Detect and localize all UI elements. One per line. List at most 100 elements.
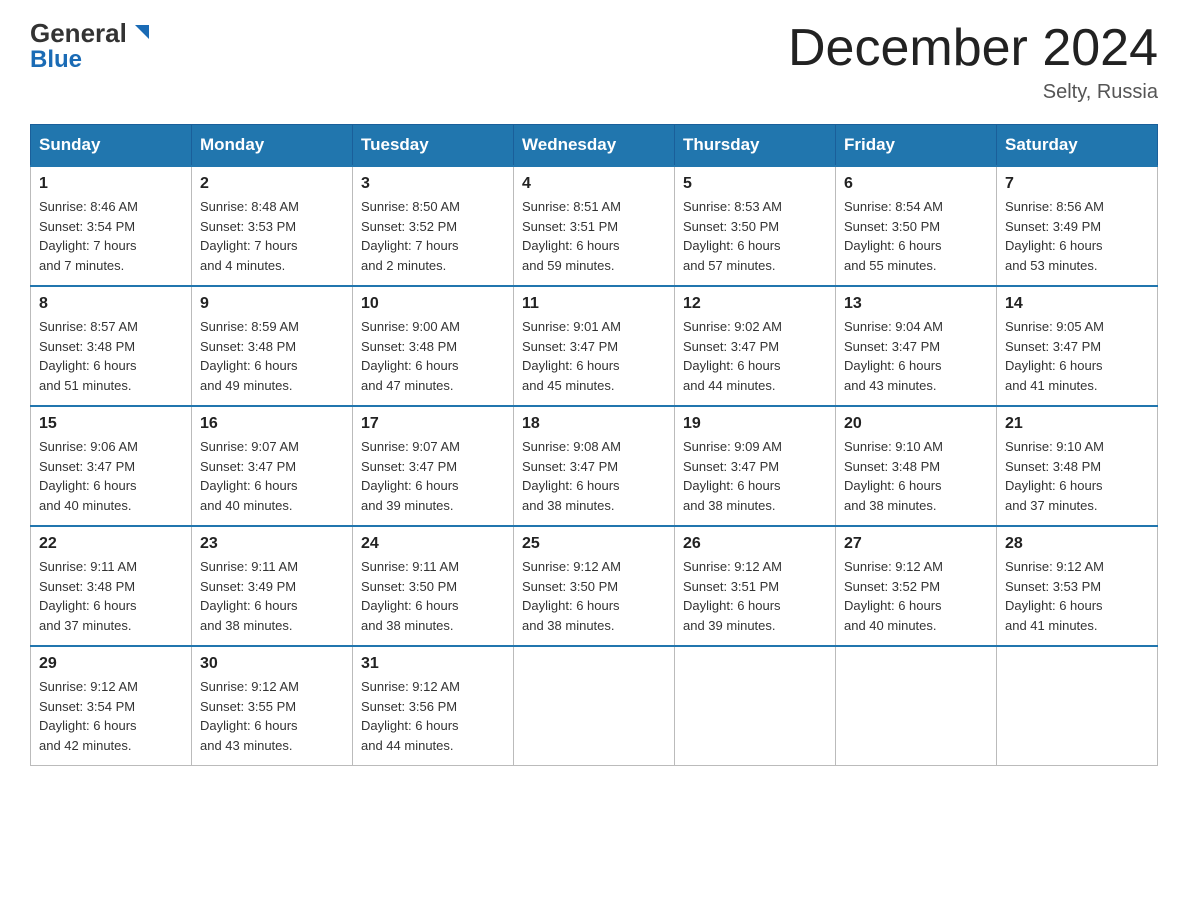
table-row: 20 Sunrise: 9:10 AMSunset: 3:48 PMDaylig… [836,406,997,526]
table-row: 26 Sunrise: 9:12 AMSunset: 3:51 PMDaylig… [675,526,836,646]
logo-general: General [30,20,127,46]
table-row: 16 Sunrise: 9:07 AMSunset: 3:47 PMDaylig… [192,406,353,526]
calendar-table: Sunday Monday Tuesday Wednesday Thursday… [30,124,1158,766]
table-row: 17 Sunrise: 9:07 AMSunset: 3:47 PMDaylig… [353,406,514,526]
day-info: Sunrise: 9:12 AMSunset: 3:53 PMDaylight:… [1005,557,1149,635]
location: Selty, Russia [788,81,1158,104]
day-number: 24 [361,535,505,553]
day-number: 4 [522,175,666,193]
day-number: 29 [39,655,183,673]
day-info: Sunrise: 9:05 AMSunset: 3:47 PMDaylight:… [1005,317,1149,395]
col-monday: Monday [192,125,353,167]
day-number: 16 [200,415,344,433]
day-number: 22 [39,535,183,553]
day-number: 31 [361,655,505,673]
table-row: 31 Sunrise: 9:12 AMSunset: 3:56 PMDaylig… [353,646,514,766]
day-number: 17 [361,415,505,433]
table-row: 5 Sunrise: 8:53 AMSunset: 3:50 PMDayligh… [675,166,836,286]
calendar-week-row: 15 Sunrise: 9:06 AMSunset: 3:47 PMDaylig… [31,406,1158,526]
col-thursday: Thursday [675,125,836,167]
day-number: 23 [200,535,344,553]
day-number: 13 [844,295,988,313]
table-row: 22 Sunrise: 9:11 AMSunset: 3:48 PMDaylig… [31,526,192,646]
day-info: Sunrise: 8:51 AMSunset: 3:51 PMDaylight:… [522,197,666,275]
day-info: Sunrise: 9:10 AMSunset: 3:48 PMDaylight:… [1005,437,1149,515]
day-info: Sunrise: 8:50 AMSunset: 3:52 PMDaylight:… [361,197,505,275]
day-info: Sunrise: 8:56 AMSunset: 3:49 PMDaylight:… [1005,197,1149,275]
table-row [836,646,997,766]
day-number: 18 [522,415,666,433]
day-number: 26 [683,535,827,553]
table-row: 13 Sunrise: 9:04 AMSunset: 3:47 PMDaylig… [836,286,997,406]
calendar-week-row: 29 Sunrise: 9:12 AMSunset: 3:54 PMDaylig… [31,646,1158,766]
table-row: 15 Sunrise: 9:06 AMSunset: 3:47 PMDaylig… [31,406,192,526]
table-row: 10 Sunrise: 9:00 AMSunset: 3:48 PMDaylig… [353,286,514,406]
day-number: 2 [200,175,344,193]
table-row: 8 Sunrise: 8:57 AMSunset: 3:48 PMDayligh… [31,286,192,406]
day-number: 30 [200,655,344,673]
day-info: Sunrise: 9:12 AMSunset: 3:51 PMDaylight:… [683,557,827,635]
day-number: 20 [844,415,988,433]
day-number: 14 [1005,295,1149,313]
day-number: 10 [361,295,505,313]
day-number: 9 [200,295,344,313]
table-row: 29 Sunrise: 9:12 AMSunset: 3:54 PMDaylig… [31,646,192,766]
table-row: 18 Sunrise: 9:08 AMSunset: 3:47 PMDaylig… [514,406,675,526]
table-row: 9 Sunrise: 8:59 AMSunset: 3:48 PMDayligh… [192,286,353,406]
col-saturday: Saturday [997,125,1158,167]
day-info: Sunrise: 8:54 AMSunset: 3:50 PMDaylight:… [844,197,988,275]
day-info: Sunrise: 8:53 AMSunset: 3:50 PMDaylight:… [683,197,827,275]
day-info: Sunrise: 9:01 AMSunset: 3:47 PMDaylight:… [522,317,666,395]
day-number: 1 [39,175,183,193]
day-info: Sunrise: 9:11 AMSunset: 3:48 PMDaylight:… [39,557,183,635]
table-row: 11 Sunrise: 9:01 AMSunset: 3:47 PMDaylig… [514,286,675,406]
day-number: 25 [522,535,666,553]
col-friday: Friday [836,125,997,167]
day-info: Sunrise: 9:12 AMSunset: 3:50 PMDaylight:… [522,557,666,635]
table-row: 2 Sunrise: 8:48 AMSunset: 3:53 PMDayligh… [192,166,353,286]
day-info: Sunrise: 9:07 AMSunset: 3:47 PMDaylight:… [200,437,344,515]
table-row: 19 Sunrise: 9:09 AMSunset: 3:47 PMDaylig… [675,406,836,526]
month-title: December 2024 [788,20,1158,77]
day-info: Sunrise: 9:06 AMSunset: 3:47 PMDaylight:… [39,437,183,515]
logo: General Blue [30,20,151,74]
page-header: General Blue December 2024 Selty, Russia [30,20,1158,104]
table-row [675,646,836,766]
day-number: 15 [39,415,183,433]
day-info: Sunrise: 9:11 AMSunset: 3:50 PMDaylight:… [361,557,505,635]
day-info: Sunrise: 8:59 AMSunset: 3:48 PMDaylight:… [200,317,344,395]
day-info: Sunrise: 9:04 AMSunset: 3:47 PMDaylight:… [844,317,988,395]
table-row: 24 Sunrise: 9:11 AMSunset: 3:50 PMDaylig… [353,526,514,646]
table-row: 30 Sunrise: 9:12 AMSunset: 3:55 PMDaylig… [192,646,353,766]
day-number: 11 [522,295,666,313]
day-info: Sunrise: 8:46 AMSunset: 3:54 PMDaylight:… [39,197,183,275]
day-number: 3 [361,175,505,193]
day-number: 8 [39,295,183,313]
day-info: Sunrise: 9:08 AMSunset: 3:47 PMDaylight:… [522,437,666,515]
day-info: Sunrise: 9:07 AMSunset: 3:47 PMDaylight:… [361,437,505,515]
day-info: Sunrise: 8:48 AMSunset: 3:53 PMDaylight:… [200,197,344,275]
table-row: 12 Sunrise: 9:02 AMSunset: 3:47 PMDaylig… [675,286,836,406]
logo-blue: Blue [30,46,82,74]
day-info: Sunrise: 9:00 AMSunset: 3:48 PMDaylight:… [361,317,505,395]
table-row: 6 Sunrise: 8:54 AMSunset: 3:50 PMDayligh… [836,166,997,286]
table-row [997,646,1158,766]
day-info: Sunrise: 9:12 AMSunset: 3:54 PMDaylight:… [39,677,183,755]
day-info: Sunrise: 9:10 AMSunset: 3:48 PMDaylight:… [844,437,988,515]
calendar-week-row: 8 Sunrise: 8:57 AMSunset: 3:48 PMDayligh… [31,286,1158,406]
calendar-header-row: Sunday Monday Tuesday Wednesday Thursday… [31,125,1158,167]
table-row: 3 Sunrise: 8:50 AMSunset: 3:52 PMDayligh… [353,166,514,286]
calendar-week-row: 22 Sunrise: 9:11 AMSunset: 3:48 PMDaylig… [31,526,1158,646]
calendar-week-row: 1 Sunrise: 8:46 AMSunset: 3:54 PMDayligh… [31,166,1158,286]
table-row: 23 Sunrise: 9:11 AMSunset: 3:49 PMDaylig… [192,526,353,646]
table-row: 27 Sunrise: 9:12 AMSunset: 3:52 PMDaylig… [836,526,997,646]
day-number: 19 [683,415,827,433]
day-number: 5 [683,175,827,193]
table-row: 4 Sunrise: 8:51 AMSunset: 3:51 PMDayligh… [514,166,675,286]
day-number: 12 [683,295,827,313]
day-number: 21 [1005,415,1149,433]
table-row: 1 Sunrise: 8:46 AMSunset: 3:54 PMDayligh… [31,166,192,286]
table-row: 7 Sunrise: 8:56 AMSunset: 3:49 PMDayligh… [997,166,1158,286]
day-number: 27 [844,535,988,553]
day-number: 7 [1005,175,1149,193]
